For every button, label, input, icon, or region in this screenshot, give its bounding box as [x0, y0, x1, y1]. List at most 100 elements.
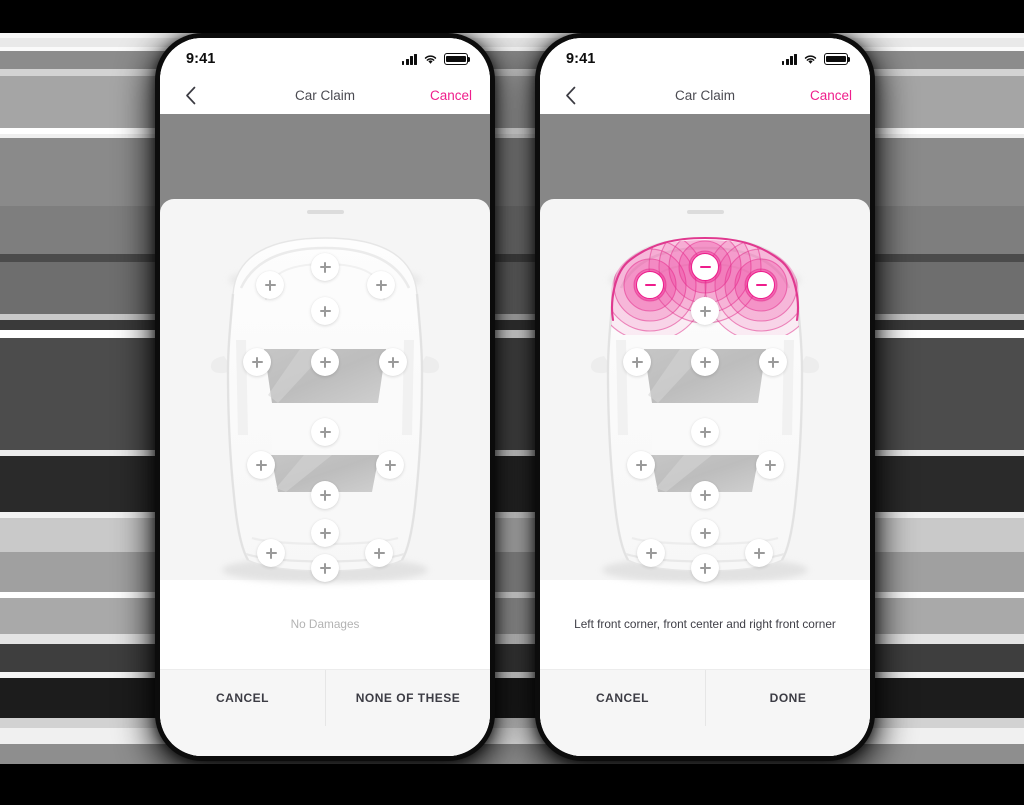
hotspot-front-left-corner[interactable] [636, 271, 664, 299]
phone-mockup-empty-state: 9:41 Car Claim Cancel No Damages CANCEL … [160, 38, 490, 756]
hotspot-roof[interactable] [691, 418, 719, 446]
minus-icon [755, 280, 767, 291]
plus-icon [699, 489, 711, 501]
hotspot-front-center[interactable] [691, 253, 719, 281]
plus-icon [767, 356, 779, 368]
hotspot-right-rear-door[interactable] [756, 451, 784, 479]
none-of-these-button[interactable]: NONE OF THESE [325, 670, 490, 726]
hotspot-roof[interactable] [311, 418, 339, 446]
hotspot-rear-window[interactable] [691, 481, 719, 509]
plus-icon [699, 426, 711, 438]
plus-icon [375, 279, 387, 291]
plus-icon [251, 356, 263, 368]
plus-icon [265, 547, 277, 559]
hotspot-front-right-corner[interactable] [747, 271, 775, 299]
done-button[interactable]: DONE [705, 670, 870, 726]
hotspot-windshield[interactable] [311, 348, 339, 376]
plus-icon [255, 459, 267, 471]
backdrop-stripe [0, 598, 1024, 634]
backdrop-stripe [0, 718, 1024, 728]
backdrop-stripe [0, 456, 1024, 512]
backdrop-stripe [0, 644, 1024, 672]
chevron-left-icon [565, 86, 575, 104]
plus-icon [699, 356, 711, 368]
hotspot-left-front-door[interactable] [243, 348, 271, 376]
hotspot-rear-left-corner[interactable] [637, 539, 665, 567]
battery-full-icon [824, 53, 851, 65]
backdrop-stripe [0, 764, 1024, 805]
minus-icon [699, 262, 711, 273]
blurred-backdrop [0, 0, 1024, 805]
cancel-button[interactable]: CANCEL [540, 670, 705, 726]
phone-mockup-selected-state: 9:41 Car Claim Cancel Left front corner,… [540, 38, 870, 756]
status-bar-indicators [781, 53, 851, 65]
backdrop-stripe [0, 552, 1024, 592]
hotspot-rear-center[interactable] [311, 554, 339, 582]
hotspot-left-rear-door[interactable] [247, 451, 275, 479]
hotspot-right-front-door[interactable] [759, 348, 787, 376]
backdrop-stripe [0, 634, 1024, 644]
backdrop-stripe [0, 728, 1024, 744]
hotspot-rear-center[interactable] [691, 554, 719, 582]
hotspot-left-front-door[interactable] [623, 348, 651, 376]
hotspot-rear-right-corner[interactable] [745, 539, 773, 567]
hotspot-front-right-corner[interactable] [367, 271, 395, 299]
plus-icon [319, 426, 331, 438]
plus-icon [635, 459, 647, 471]
hotspot-left-rear-door[interactable] [627, 451, 655, 479]
hotspot-windshield[interactable] [691, 348, 719, 376]
plus-icon [384, 459, 396, 471]
back-button[interactable] [558, 83, 582, 107]
backdrop-stripe [0, 51, 1024, 69]
status-bar: 9:41 [160, 38, 490, 76]
status-bar: 9:41 [540, 38, 870, 76]
backdrop-stripe [0, 138, 1024, 206]
nav-cancel-button[interactable]: Cancel [810, 88, 852, 103]
plus-icon [699, 305, 711, 317]
plus-icon [699, 527, 711, 539]
battery-full-icon [444, 53, 471, 65]
plus-icon [319, 527, 331, 539]
hotspot-trunk[interactable] [311, 519, 339, 547]
plus-icon [753, 547, 765, 559]
status-bar-time: 9:41 [186, 51, 216, 67]
cellular-signal-icon [781, 53, 797, 65]
backdrop-stripe [0, 206, 1024, 254]
hotspot-hood[interactable] [691, 297, 719, 325]
hotspot-right-rear-door[interactable] [376, 451, 404, 479]
hotspot-front-center[interactable] [311, 253, 339, 281]
backdrop-stripe [0, 320, 1024, 330]
plus-icon [319, 305, 331, 317]
home-indicator-area [540, 726, 870, 756]
backdrop-stripe [0, 330, 1024, 338]
backdrop-stripe [0, 744, 1024, 764]
hotspot-rear-window[interactable] [311, 481, 339, 509]
cancel-button[interactable]: CANCEL [160, 670, 325, 726]
phone-screen: 9:41 Car Claim [160, 38, 490, 756]
back-button[interactable] [178, 83, 202, 107]
selection-caption-text: No Damages [290, 617, 360, 632]
chevron-left-icon [185, 86, 195, 104]
plus-icon [764, 459, 776, 471]
hotspot-rear-right-corner[interactable] [365, 539, 393, 567]
hotspot-hood[interactable] [311, 297, 339, 325]
damage-selector-sheet: Left front corner, front center and righ… [540, 199, 870, 756]
nav-cancel-button[interactable]: Cancel [430, 88, 472, 103]
phone-screen: 9:41 Car Claim [540, 38, 870, 756]
hotspot-rear-left-corner[interactable] [257, 539, 285, 567]
plus-icon [645, 547, 657, 559]
hotspot-front-left-corner[interactable] [256, 271, 284, 299]
backdrop-stripe [0, 76, 1024, 128]
navigation-bar: Car Claim Cancel [160, 76, 490, 114]
hotspot-right-front-door[interactable] [379, 348, 407, 376]
selection-caption-text: Left front corner, front center and righ… [574, 617, 836, 632]
plus-icon [699, 562, 711, 574]
backdrop-stripe [0, 254, 1024, 262]
cellular-signal-icon [401, 53, 417, 65]
backdrop-stripe [0, 262, 1024, 314]
status-bar-indicators [401, 53, 471, 65]
status-bar-time: 9:41 [566, 51, 596, 67]
plus-icon [319, 489, 331, 501]
plus-icon [319, 562, 331, 574]
hotspot-trunk[interactable] [691, 519, 719, 547]
